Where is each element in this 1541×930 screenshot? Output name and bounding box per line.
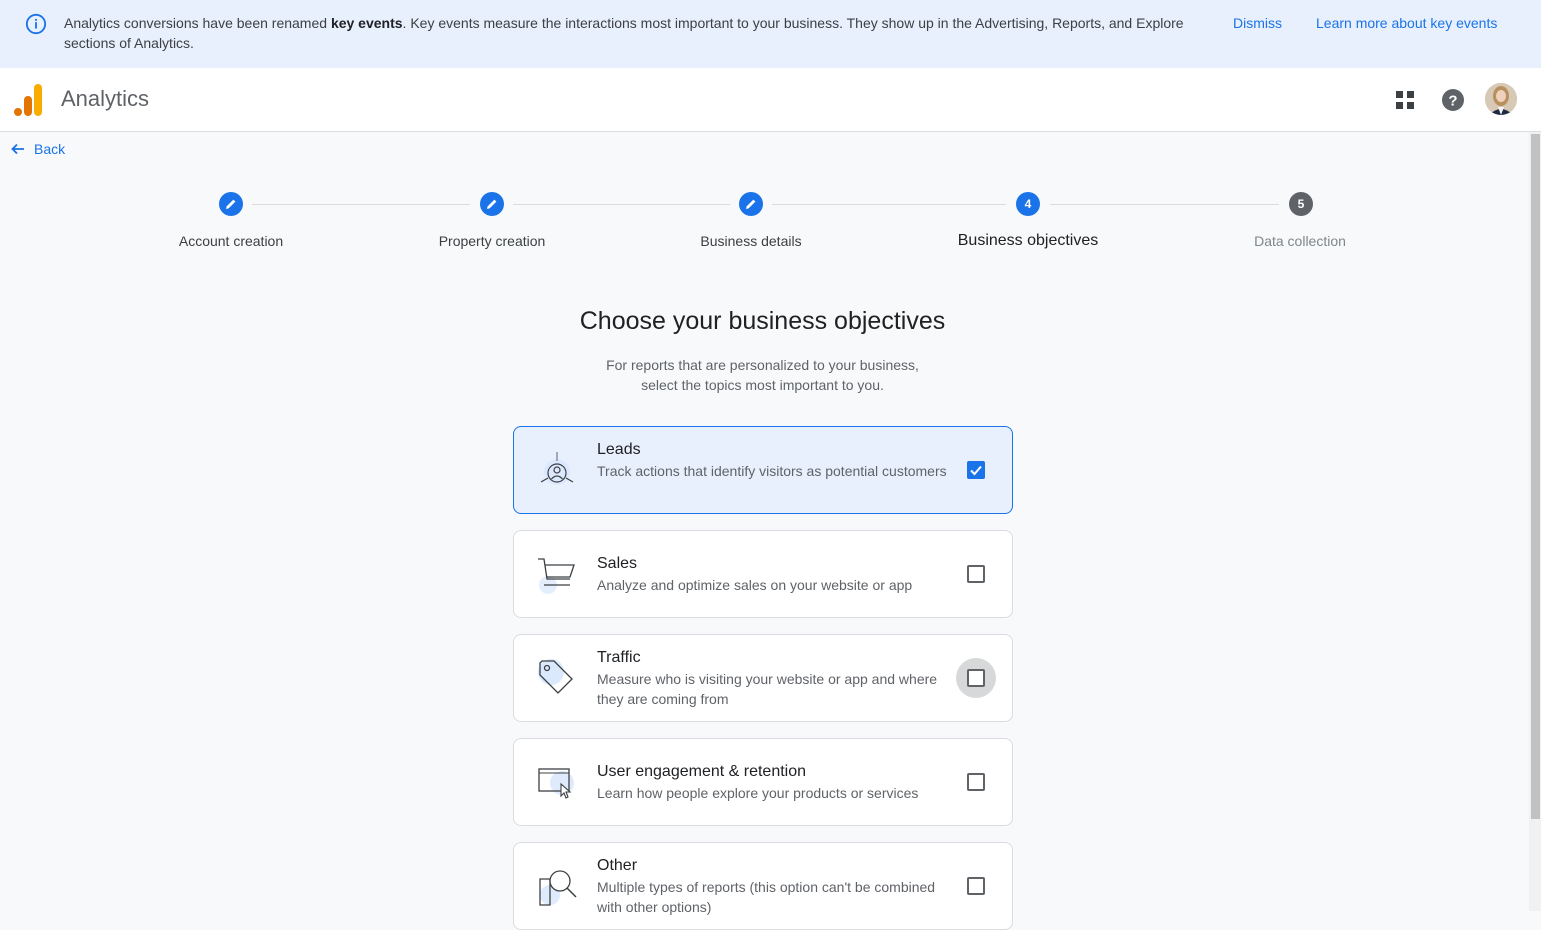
arrow-back-icon bbox=[11, 143, 24, 155]
avatar[interactable] bbox=[1485, 83, 1517, 115]
page-subtitle: For reports that are personalized to you… bbox=[606, 357, 919, 393]
user-engagement-checkbox[interactable] bbox=[967, 773, 985, 791]
step-connector bbox=[252, 204, 470, 205]
objective-title: Traffic bbox=[597, 649, 641, 666]
help-icon[interactable]: ? bbox=[1439, 86, 1467, 114]
page-title: Choose your business objectives bbox=[579, 307, 946, 335]
objective-description: Learn how people explore your products o… bbox=[597, 785, 919, 801]
objective-title: Other bbox=[597, 857, 638, 874]
objective-card-leads[interactable]: Leads Track actions that identify visito… bbox=[513, 426, 1013, 514]
objective-card-sales[interactable]: Sales Analyze and optimize sales on your… bbox=[513, 530, 1013, 618]
scrollbar-thumb[interactable] bbox=[1531, 134, 1540, 819]
step-1-edit-icon[interactable] bbox=[219, 192, 243, 216]
step-label-property-creation[interactable]: Property creation bbox=[439, 233, 546, 249]
step-5-number: 5 bbox=[1289, 192, 1313, 216]
svg-text:?: ? bbox=[1448, 93, 1457, 110]
app-title: Analytics bbox=[61, 86, 150, 111]
checkmark-icon bbox=[970, 465, 982, 476]
step-label-account-creation[interactable]: Account creation bbox=[179, 233, 283, 249]
step-connector bbox=[772, 204, 1006, 205]
tag-icon bbox=[538, 659, 573, 694]
objective-title: User engagement & retention bbox=[597, 763, 807, 780]
objective-card-other[interactable]: Other Multiple types of reports (this op… bbox=[513, 842, 1013, 930]
learn-more-key-events-link[interactable]: Learn more about key events bbox=[1316, 15, 1497, 31]
other-checkbox[interactable] bbox=[967, 877, 985, 895]
back-button[interactable]: Back bbox=[10, 141, 65, 157]
step-4-number: 4 bbox=[1016, 192, 1040, 216]
step-label-business-details[interactable]: Business details bbox=[700, 233, 801, 249]
leads-checkbox[interactable] bbox=[967, 461, 985, 479]
objective-card-traffic[interactable]: Traffic Measure who is visiting your web… bbox=[513, 634, 1013, 722]
objective-card-user-engagement[interactable]: User engagement & retention Learn how pe… bbox=[513, 738, 1013, 826]
shopping-cart-icon bbox=[538, 558, 575, 594]
step-label-data-collection: Data collection bbox=[1254, 233, 1346, 249]
browser-cursor-icon bbox=[538, 768, 574, 799]
objective-title: Leads bbox=[597, 441, 641, 458]
leads-icon bbox=[540, 452, 574, 485]
objective-description: Track actions that identify visitors as … bbox=[597, 463, 947, 479]
objective-title: Sales bbox=[597, 555, 638, 572]
objective-description: Multiple types of reports (this option c… bbox=[597, 879, 936, 915]
magnifier-icon bbox=[539, 870, 577, 906]
info-icon bbox=[25, 13, 47, 35]
step-label-business-objectives: Business objectives bbox=[957, 232, 1099, 249]
traffic-checkbox[interactable] bbox=[967, 669, 985, 687]
info-banner: Analytics conversions have been renamed … bbox=[0, 0, 1541, 68]
step-connector bbox=[1050, 204, 1279, 205]
step-connector bbox=[513, 204, 730, 205]
objective-description: Analyze and optimize sales on your websi… bbox=[597, 577, 913, 593]
step-3-edit-icon[interactable] bbox=[739, 192, 763, 216]
top-app-bar: Analytics ? bbox=[0, 68, 1541, 132]
back-label: Back bbox=[34, 141, 66, 157]
step-2-edit-icon[interactable] bbox=[480, 192, 504, 216]
sales-checkbox[interactable] bbox=[967, 565, 985, 583]
analytics-logo-icon bbox=[14, 84, 42, 116]
dismiss-button[interactable]: Dismiss bbox=[1233, 15, 1282, 31]
grid-apps-icon[interactable] bbox=[1391, 86, 1419, 114]
objective-description: Measure who is visiting your website or … bbox=[597, 671, 938, 707]
banner-message: Analytics conversions have been renamed … bbox=[64, 15, 1184, 51]
